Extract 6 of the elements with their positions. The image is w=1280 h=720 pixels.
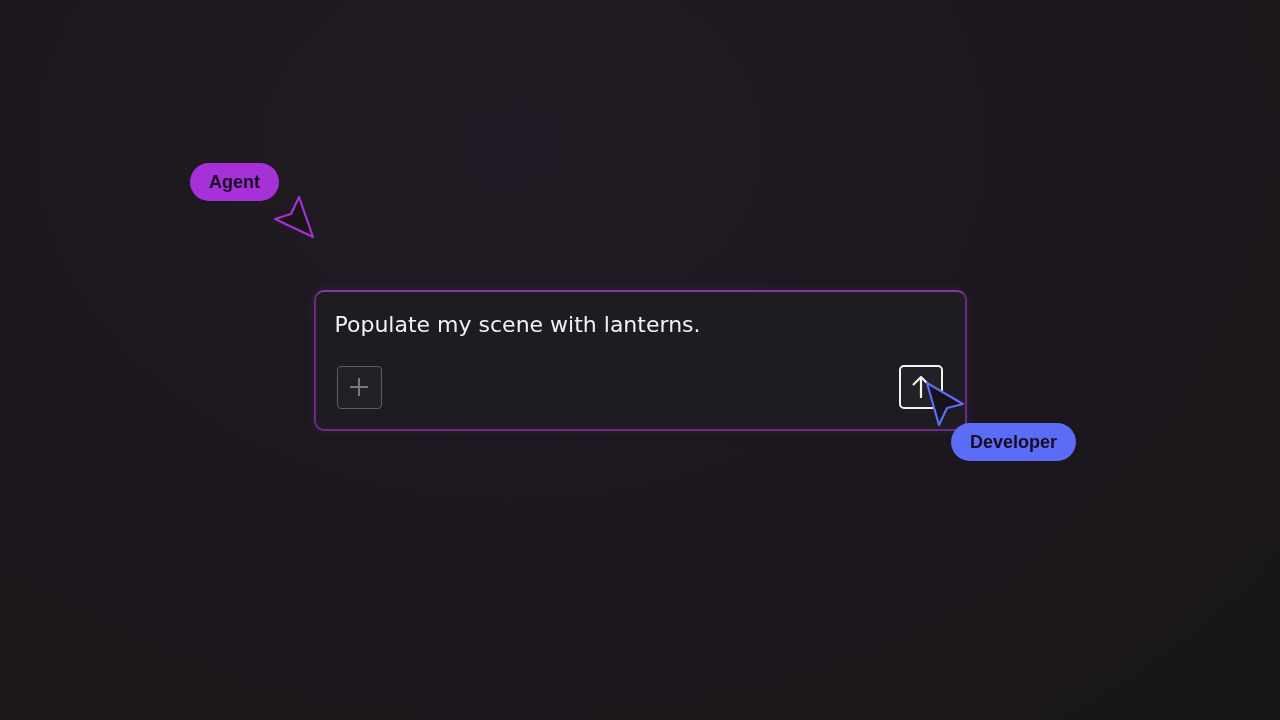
prompt-input[interactable]: Populate my scene with lanterns. bbox=[334, 305, 775, 344]
cursor-label: Developer bbox=[951, 423, 1077, 461]
cursor-icon bbox=[272, 194, 316, 240]
cursor-label: Agent bbox=[190, 163, 279, 201]
plus-icon bbox=[349, 377, 369, 397]
attach-button[interactable] bbox=[336, 365, 382, 409]
